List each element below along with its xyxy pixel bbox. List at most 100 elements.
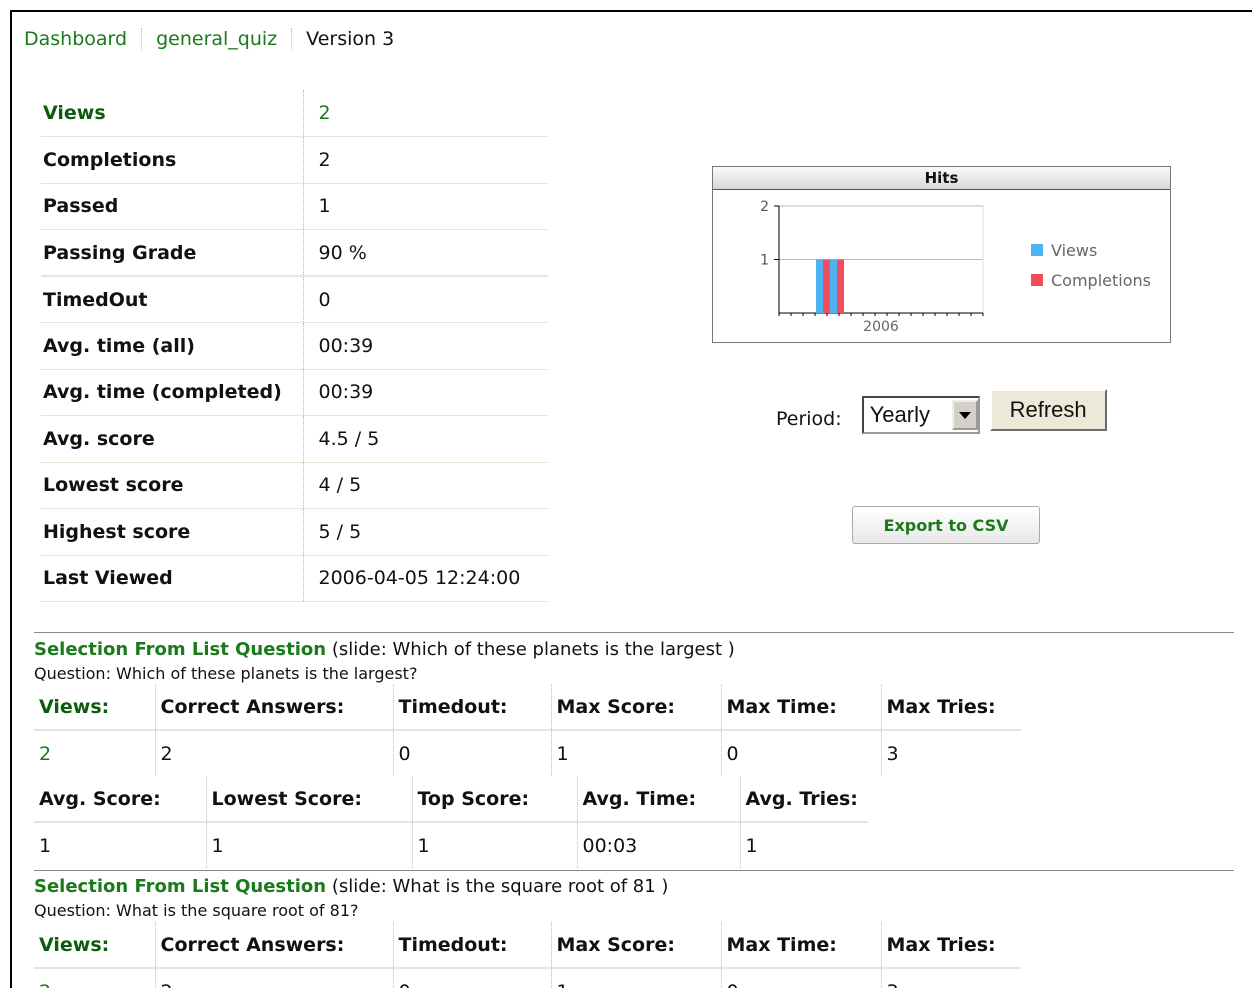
table-header: Correct Answers: — [154, 684, 393, 731]
stat-label: Highest score — [41, 508, 303, 556]
stat-value: 90 % — [302, 229, 548, 277]
stat-label: Views — [41, 90, 303, 137]
table-cell: 0 — [720, 968, 881, 988]
stat-row: Views 2 — [41, 90, 548, 137]
table-header: Views: — [34, 922, 155, 969]
x-tick-label: 2006 — [863, 319, 899, 335]
legend-item-completions: Completions — [1031, 265, 1151, 295]
chart-legend: Views Completions — [1031, 235, 1151, 295]
table-cell: 0 — [392, 730, 551, 776]
bar-views — [816, 259, 823, 313]
table-header: Max Tries: — [880, 684, 1021, 731]
stat-value[interactable]: 2 — [302, 90, 548, 137]
stat-value: 2 — [302, 136, 548, 184]
bar-completions — [837, 259, 844, 313]
stat-value: 1 — [302, 183, 548, 230]
period-select[interactable]: Yearly — [861, 396, 980, 434]
stat-row: Passed 1 — [41, 183, 548, 230]
question-slide: (slide: What is the square root of 81 ) — [331, 876, 669, 897]
table-header: Avg. Score: — [34, 776, 206, 823]
table-cell: 1 — [550, 968, 721, 988]
stat-row: TimedOut 0 — [41, 276, 548, 323]
report-frame: Dashboard general_quiz Version 3 Views 2 … — [10, 10, 1252, 988]
table-header: Views: — [34, 684, 155, 731]
table-cell: 3 — [880, 968, 1021, 988]
table-header: Timedout: — [392, 684, 551, 731]
stat-label: Passing Grade — [41, 229, 303, 277]
bar-views — [830, 259, 837, 313]
breadcrumb: Dashboard general_quiz Version 3 — [24, 28, 422, 50]
stat-row: Avg. score 4.5 / 5 — [41, 415, 548, 463]
y-tick-label: 1 — [760, 253, 769, 269]
table-header: Max Time: — [720, 684, 881, 731]
table-header-row: Avg. Score: Lowest Score: Top Score: Avg… — [34, 776, 868, 823]
table-header: Avg. Tries: — [739, 776, 868, 823]
stat-row: Avg. time (completed) 00:39 — [41, 369, 548, 416]
stat-value: 0 — [302, 276, 548, 323]
views-swatch-icon — [1031, 244, 1043, 256]
stat-label: Avg. time (all) — [41, 322, 303, 370]
stat-row: Highest score 5 / 5 — [41, 508, 548, 556]
table-header: Correct Answers: — [154, 922, 393, 969]
dropdown-arrow-icon[interactable] — [951, 400, 978, 430]
period-controls: Period: Yearly Refresh — [776, 389, 1107, 434]
quiz-stats-table: Views 2 Completions 2 Passed 1 Passing Grad… — [41, 90, 548, 602]
question-text: Question: Which of these planets is the … — [34, 664, 418, 683]
table-cell: 2 — [154, 968, 393, 988]
table-cell: 0 — [720, 730, 881, 776]
chart-title: Hits — [713, 167, 1170, 190]
table-cell[interactable]: 2 — [34, 968, 155, 988]
stat-row: Completions 2 — [41, 136, 548, 184]
question-type-link[interactable]: Selection From List Question — [34, 639, 326, 660]
question-title: Selection From List Question (slide: Whi… — [34, 639, 735, 660]
table-header: Avg. Time: — [576, 776, 740, 823]
stat-value: 00:39 — [302, 322, 548, 370]
table-row: 2 2 0 1 0 3 — [34, 968, 1021, 988]
table-header: Top Score: — [411, 776, 577, 823]
table-cell: 1 — [739, 822, 868, 868]
bar-completions — [823, 259, 830, 313]
table-row: 2 2 0 1 0 3 — [34, 730, 1021, 776]
table-header: Lowest Score: — [205, 776, 412, 823]
table-header-row: Views: Correct Answers: Timedout: Max Sc… — [34, 922, 1021, 969]
table-cell[interactable]: 2 — [34, 730, 155, 776]
breadcrumb-version: Version 3 — [306, 28, 395, 50]
table-header: Max Score: — [550, 684, 721, 731]
stat-label: TimedOut — [41, 276, 303, 323]
hits-chart: Hits 1 2 2006 Views Completions — [712, 166, 1171, 343]
stat-label: Completions — [41, 136, 303, 184]
export-csv-button[interactable]: Export to CSV — [852, 506, 1040, 544]
divider — [34, 870, 1234, 871]
stat-label: Avg. time (completed) — [41, 369, 303, 416]
stat-value: 2006-04-05 12:24:00 — [302, 555, 548, 602]
breadcrumb-dashboard-link[interactable]: Dashboard — [24, 28, 143, 50]
question-title: Selection From List Question (slide: Wha… — [34, 876, 668, 897]
period-selected-value: Yearly — [869, 402, 930, 427]
legend-label: Completions — [1051, 270, 1151, 290]
breadcrumb-quiz-link[interactable]: general_quiz — [156, 28, 293, 50]
question-slide: (slide: Which of these planets is the la… — [331, 639, 735, 660]
stat-label: Passed — [41, 183, 303, 230]
stat-row: Avg. time (all) 00:39 — [41, 322, 548, 370]
stat-value: 5 / 5 — [302, 508, 548, 556]
stat-row: Lowest score 4 / 5 — [41, 462, 548, 509]
refresh-button[interactable]: Refresh — [989, 389, 1107, 431]
completions-swatch-icon — [1031, 274, 1043, 286]
table-cell: 1 — [550, 730, 721, 776]
stat-label: Last Viewed — [41, 555, 303, 602]
table-cell: 2 — [154, 730, 393, 776]
question-text: Question: What is the square root of 81? — [34, 901, 359, 920]
question-type-link[interactable]: Selection From List Question — [34, 876, 326, 897]
period-label: Period: — [776, 408, 842, 430]
stat-value: 00:39 — [302, 369, 548, 416]
table-cell: 0 — [392, 968, 551, 988]
table-cell: 1 — [205, 822, 412, 868]
table-cell: 1 — [39, 834, 52, 857]
table-cell: 00:03 — [576, 822, 740, 868]
table-header: Max Time: — [720, 922, 881, 969]
question-stats-table: Views: Correct Answers: Timedout: Max Sc… — [34, 684, 1021, 776]
legend-label: Views — [1051, 240, 1098, 260]
stat-value: 4.5 / 5 — [302, 415, 548, 463]
table-header: Timedout: — [392, 922, 551, 969]
table-row: 1 1 1 00:03 1 — [34, 822, 868, 868]
